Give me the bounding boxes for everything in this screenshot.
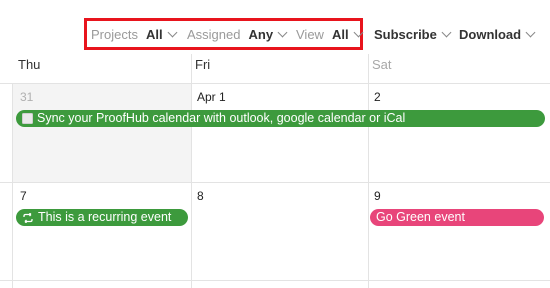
day-header-fri: Fri <box>195 57 211 72</box>
view-filter-value: All <box>331 27 349 42</box>
view-filter-label: View <box>296 27 324 42</box>
chevron-down-icon <box>167 27 178 38</box>
assigned-filter-value: Any <box>248 27 274 42</box>
week-divider <box>0 280 550 281</box>
assigned-filter[interactable]: Assigned Any <box>187 27 288 43</box>
grid-line <box>368 54 369 288</box>
date-cell-7[interactable]: 7 <box>20 189 27 203</box>
event-label: Sync your ProofHub calendar with outlook… <box>37 111 406 125</box>
download-button[interactable]: Download <box>459 27 536 42</box>
grid-line <box>12 84 13 288</box>
event-sync-calendar[interactable]: Sync your ProofHub calendar with outlook… <box>16 110 545 127</box>
projects-filter-value: All <box>145 27 163 42</box>
chevron-down-icon <box>353 27 364 38</box>
day-header-thu: Thu <box>18 57 41 72</box>
subscribe-button[interactable]: Subscribe <box>374 27 452 42</box>
event-label: This is a recurring event <box>38 210 172 224</box>
grid-line <box>12 281 13 288</box>
date-cell-apr-1[interactable]: Apr 1 <box>197 90 226 104</box>
grid-line <box>191 54 192 288</box>
event-label: Go Green event <box>376 210 465 224</box>
view-filter[interactable]: View All <box>296 27 364 43</box>
chevron-down-icon <box>441 27 452 37</box>
projects-filter[interactable]: Projects All <box>91 27 178 43</box>
download-label: Download <box>459 27 522 42</box>
chevron-down-icon <box>525 27 536 37</box>
assigned-filter-label: Assigned <box>187 27 241 42</box>
date-cell-9[interactable]: 9 <box>374 189 381 203</box>
date-cell-31[interactable]: 31 <box>20 90 33 104</box>
out-of-month-cell <box>12 84 191 182</box>
calendar-toolbar: Projects All Assigned Any View All Subsc… <box>0 0 550 54</box>
chevron-down-icon <box>277 27 288 38</box>
checkbox-icon <box>22 113 33 124</box>
date-cell-2[interactable]: 2 <box>374 90 381 104</box>
week-divider <box>0 182 550 183</box>
day-header-sat: Sat <box>372 57 392 72</box>
projects-filter-label: Projects <box>91 27 138 42</box>
subscribe-label: Subscribe <box>374 27 437 42</box>
date-cell-8[interactable]: 8 <box>197 189 204 203</box>
event-recurring[interactable]: This is a recurring event <box>16 209 188 226</box>
recurring-icon <box>22 212 34 223</box>
event-go-green[interactable]: Go Green event <box>370 209 544 226</box>
